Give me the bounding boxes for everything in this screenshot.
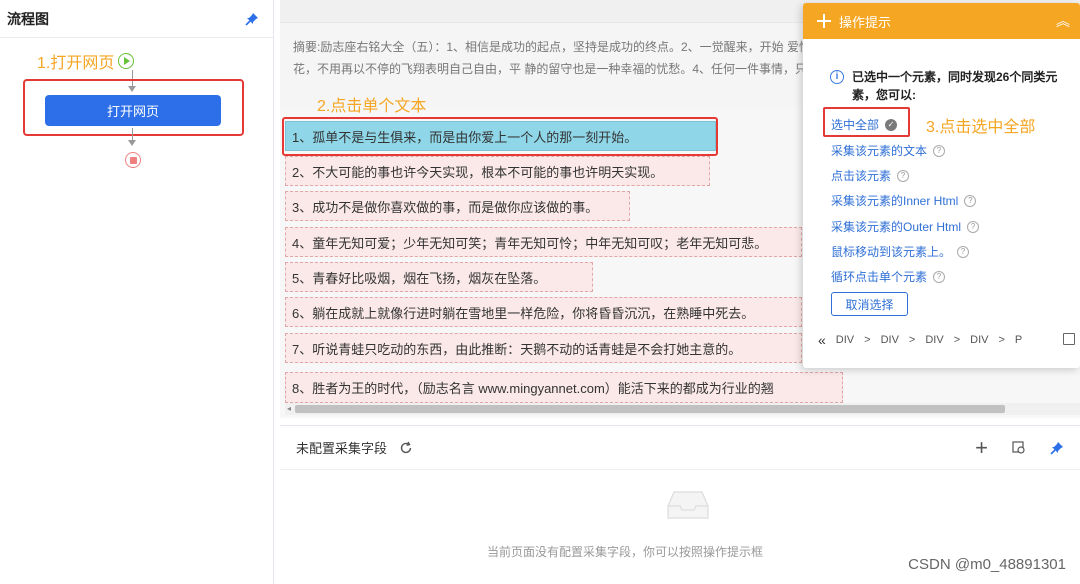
step3-annotation: 3.点击选中全部 (926, 119, 1036, 136)
collect-text-link[interactable]: 采集该元素的文本? (831, 142, 946, 159)
cancel-selection-button[interactable]: 取消选择 (831, 292, 908, 316)
flowchart-panel: 流程图 1.打开网页 打开网页 (0, 0, 274, 584)
help-icon[interactable]: ? (964, 194, 977, 207)
collect-text-label[interactable]: 采集该元素的文本 (831, 142, 927, 159)
list-item[interactable]: 8、胜者为王的时代，（励志名言 www.mingyannet.com）能活下来的… (285, 372, 843, 403)
collect-outer-html-label[interactable]: 采集该元素的Outer Html (831, 218, 961, 235)
annotation-highlight-box (823, 107, 910, 137)
scroll-left-icon[interactable]: ◂ (285, 403, 293, 415)
tips-info: i 已选中一个元素，同时发现26个同类元素，您可以: (830, 68, 1080, 104)
info-icon: i (830, 70, 844, 84)
breadcrumb-item[interactable]: DIV (970, 334, 988, 346)
flow-arrow (128, 140, 136, 146)
help-icon[interactable]: ? (957, 245, 970, 258)
field-panel-header: 未配置采集字段 + (280, 426, 1080, 470)
element-breadcrumb: « DIV > DIV > DIV > DIV > P (818, 332, 1022, 348)
list-item[interactable]: 5、青春好比吸烟，烟在飞扬，烟灰在坠落。 (285, 262, 593, 292)
collect-inner-html-link[interactable]: 采集该元素的Inner Html? (831, 192, 977, 209)
hover-element-label[interactable]: 鼠标移动到该元素上。 (831, 243, 951, 260)
watermark: CSDN @m0_48891301 (908, 556, 1066, 573)
list-item[interactable]: 6、躺在成就上就像行进时躺在雪地里一样危险，你将昏昏沉沉，在熟睡中死去。 (285, 297, 802, 327)
click-element-link[interactable]: 点击该元素? (831, 167, 910, 184)
loop-click-link[interactable]: 循环点击单个元素? (831, 268, 946, 285)
help-icon[interactable]: ? (967, 220, 980, 233)
empty-state-text: 当前页面没有配置采集字段，你可以按照操作提示框 (487, 545, 764, 559)
list-item[interactable]: 7、听说青蛙只吃动的东西，由此推断：天鹅不动的话青蛙是不会打她主意的。 (285, 333, 802, 363)
refresh-icon[interactable] (399, 441, 413, 455)
empty-inbox-icon (667, 491, 709, 519)
breadcrumb-separator: > (908, 334, 916, 346)
list-item[interactable]: 3、成功不是做你喜欢做的事，而是做你应该做的事。 (285, 191, 630, 221)
play-icon[interactable] (118, 53, 135, 69)
list-item[interactable]: 2、不大可能的事也许今天实现，根本不可能的事也许明天实现。 (285, 156, 710, 186)
breadcrumb-item[interactable]: DIV (836, 334, 854, 346)
breadcrumb-back-icon[interactable]: « (818, 332, 826, 348)
help-icon[interactable]: ? (933, 144, 946, 157)
tips-header[interactable]: 操作提示 ︽ (803, 3, 1080, 39)
horizontal-scrollbar[interactable]: ◂ (285, 403, 1080, 415)
operation-tips-panel: 操作提示 ︽ i 已选中一个元素，同时发现26个同类元素，您可以: 选中全部 ✓… (803, 3, 1080, 368)
collect-inner-html-label[interactable]: 采集该元素的Inner Html (831, 192, 958, 209)
list-item[interactable]: 4、童年无知可爱；少年无知可笑；青年无知可怜；中年无知可叹；老年无知可悲。 (285, 227, 802, 257)
external-link-icon[interactable] (1063, 333, 1075, 345)
pin-icon[interactable] (245, 12, 259, 26)
step1-label: 1.打开网页 (37, 55, 115, 72)
loop-click-label[interactable]: 循环点击单个元素 (831, 268, 927, 285)
breadcrumb-separator: > (998, 334, 1005, 346)
preview-icon[interactable] (1012, 440, 1026, 455)
annotation-highlight-box (282, 117, 718, 156)
tips-title: 操作提示 (839, 14, 892, 30)
help-icon[interactable]: ? (933, 270, 946, 283)
move-icon[interactable] (817, 14, 831, 28)
open-page-node[interactable]: 打开网页 (45, 95, 221, 126)
click-element-label[interactable]: 点击该元素 (831, 167, 891, 184)
add-field-icon[interactable]: + (975, 436, 988, 459)
flowchart-header: 流程图 (0, 0, 273, 38)
help-icon[interactable]: ? (897, 169, 910, 182)
breadcrumb-item[interactable]: DIV (925, 334, 943, 346)
pin-icon[interactable] (1050, 441, 1064, 455)
breadcrumb-separator: > (864, 334, 871, 346)
collapse-icon[interactable]: ︽ (1056, 14, 1070, 28)
scrollbar-thumb[interactable] (295, 405, 1005, 413)
tips-info-text: 已选中一个元素，同时发现26个同类元素，您可以: (852, 70, 1058, 102)
field-panel-title: 未配置采集字段 (296, 441, 388, 456)
breadcrumb-item[interactable]: P (1015, 334, 1022, 346)
step1-annotation: 1.打开网页 (37, 49, 135, 73)
tips-body: i 已选中一个元素，同时发现26个同类元素，您可以: (803, 39, 1080, 104)
hover-element-link[interactable]: 鼠标移动到该元素上。? (831, 243, 970, 260)
breadcrumb-separator: > (953, 334, 961, 346)
collect-outer-html-link[interactable]: 采集该元素的Outer Html? (831, 218, 980, 235)
breadcrumb-item[interactable]: DIV (881, 334, 899, 346)
end-node-icon[interactable] (125, 152, 141, 168)
step2-annotation: 2.点击单个文本 (317, 98, 427, 115)
flowchart-title: 流程图 (7, 10, 49, 27)
field-toolbar: + (975, 436, 1064, 459)
